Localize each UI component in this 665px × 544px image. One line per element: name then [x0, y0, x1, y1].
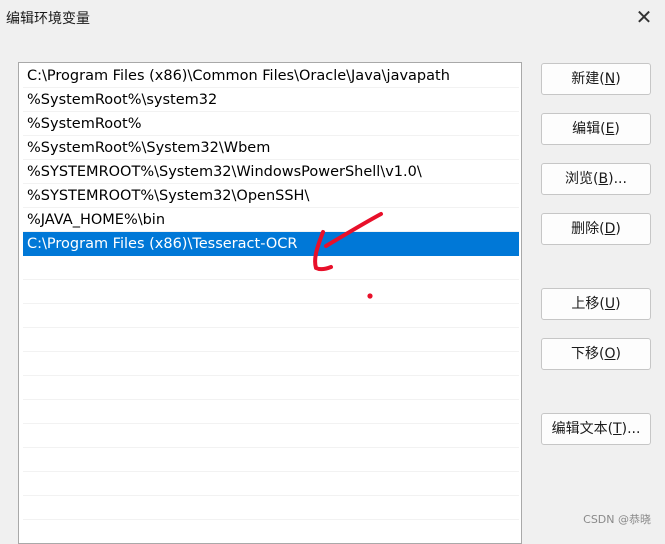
- new-button[interactable]: 新建(N): [541, 63, 651, 95]
- list-item[interactable]: C:\Program Files (x86)\Common Files\Orac…: [23, 64, 519, 88]
- delete-button-end: ): [615, 221, 621, 237]
- list-item[interactable]: %SYSTEMROOT%\System32\WindowsPowerShell\…: [23, 160, 519, 184]
- browse-button-key: B: [598, 171, 609, 187]
- move-up-button[interactable]: 上移(U): [541, 288, 651, 320]
- empty-row[interactable]: [23, 448, 519, 472]
- list-item[interactable]: %SystemRoot%\System32\Wbem: [23, 136, 519, 160]
- delete-button-key: D: [604, 221, 616, 237]
- watermark: CSDN @恭晓: [583, 513, 651, 526]
- list-item[interactable]: %JAVA_HOME%\bin: [23, 208, 519, 232]
- edit-button-label: 编辑(: [572, 121, 606, 137]
- close-icon[interactable]: ✕: [633, 6, 655, 28]
- move-down-button-key: O: [604, 346, 616, 362]
- window-title: 编辑环境变量: [6, 11, 90, 27]
- empty-row[interactable]: [23, 304, 519, 328]
- browse-button-label: 浏览(: [565, 171, 599, 187]
- new-button-end: ): [615, 71, 621, 87]
- empty-row[interactable]: [23, 424, 519, 448]
- empty-row[interactable]: [23, 496, 519, 520]
- edit-text-button-end: )...: [621, 421, 641, 437]
- list-item[interactable]: %SystemRoot%: [23, 112, 519, 136]
- move-down-button[interactable]: 下移(O): [541, 338, 651, 370]
- empty-row[interactable]: [23, 280, 519, 304]
- list-item[interactable]: %SYSTEMROOT%\System32\OpenSSH\: [23, 184, 519, 208]
- empty-row[interactable]: [23, 520, 519, 543]
- empty-row[interactable]: [23, 400, 519, 424]
- edit-text-button-label: 编辑文本(: [551, 421, 614, 437]
- list-item-selected[interactable]: C:\Program Files (x86)\Tesseract-OCR: [23, 232, 519, 256]
- new-button-key: N: [604, 71, 616, 87]
- empty-row[interactable]: [23, 256, 519, 280]
- move-up-button-label: 上移(: [571, 296, 605, 312]
- edit-button-end: ): [614, 121, 620, 137]
- empty-row[interactable]: [23, 328, 519, 352]
- move-down-button-label: 下移(: [571, 346, 605, 362]
- browse-button[interactable]: 浏览(B)...: [541, 163, 651, 195]
- delete-button-label: 删除(: [571, 221, 605, 237]
- empty-row[interactable]: [23, 376, 519, 400]
- new-button-label: 新建(: [571, 71, 605, 87]
- path-list[interactable]: C:\Program Files (x86)\Common Files\Orac…: [18, 62, 522, 544]
- edit-button[interactable]: 编辑(E): [541, 113, 651, 145]
- empty-row[interactable]: [23, 472, 519, 496]
- move-down-button-end: ): [615, 346, 621, 362]
- list-item[interactable]: %SystemRoot%\system32: [23, 88, 519, 112]
- edit-text-button[interactable]: 编辑文本(T)...: [541, 413, 651, 445]
- empty-row[interactable]: [23, 352, 519, 376]
- edit-text-button-key: T: [613, 421, 622, 437]
- delete-button[interactable]: 删除(D): [541, 213, 651, 245]
- browse-button-end: )...: [608, 171, 627, 187]
- title-bar: 编辑环境变量 ✕: [0, 0, 665, 36]
- move-up-button-end: ): [615, 296, 621, 312]
- move-up-button-key: U: [604, 296, 616, 312]
